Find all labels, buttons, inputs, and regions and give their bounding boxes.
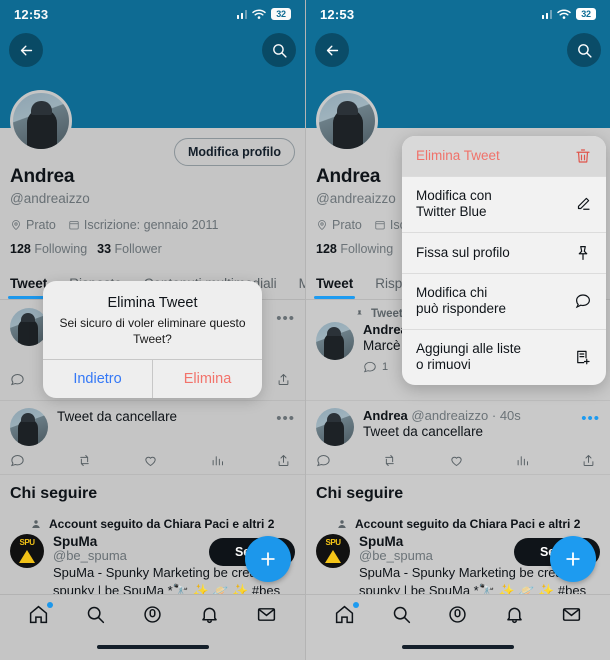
left-panel: 12:53 32 Modifica profilo Andrea @andrea… xyxy=(0,0,305,660)
following-stat[interactable]: 128 Following xyxy=(316,242,393,256)
location-pin-icon xyxy=(318,220,326,231)
tweet-context-menu: Elimina Tweet Modifica con Twitter Blue … xyxy=(402,136,606,385)
who-to-follow-context: Account seguito da Chiara Paci e altri 2 xyxy=(336,517,600,531)
screenshot-stage: 12:53 32 Modifica profilo Andrea @andrea… xyxy=(0,0,610,660)
search-button[interactable] xyxy=(567,33,601,67)
tweet-separator: · xyxy=(491,408,497,423)
bottom-navigation xyxy=(306,594,610,660)
menu-item-modifica-chi-puo-rispondere[interactable]: Modifica chi può rispondere xyxy=(402,274,606,330)
tweet-actions xyxy=(316,453,600,468)
menu-item-label: Elimina Tweet xyxy=(416,147,500,163)
reply-count: 1 xyxy=(382,360,389,373)
profile-location: Prato xyxy=(316,218,362,232)
reply-icon xyxy=(363,361,376,373)
avatar[interactable] xyxy=(316,90,378,152)
delete-tweet-dialog: Elimina Tweet Sei sicuro di voler elimin… xyxy=(43,281,262,399)
who-to-follow-title: Chi seguire xyxy=(316,485,404,502)
compose-tweet-button[interactable] xyxy=(550,536,596,582)
notifications-bell-icon xyxy=(507,607,523,624)
avatar[interactable] xyxy=(316,534,350,568)
tweet-time: 40s xyxy=(499,408,521,423)
table-row[interactable]: ••• Andrea @andreaizzo · 40s Tweet da ca… xyxy=(306,401,610,475)
status-bar: 12:53 32 xyxy=(306,0,610,28)
menu-item-elimina-tweet[interactable]: Elimina Tweet xyxy=(402,136,606,177)
nav-spaces[interactable] xyxy=(447,604,468,630)
speech-bubble-icon xyxy=(575,294,590,309)
avatar[interactable] xyxy=(316,408,354,446)
like-action[interactable] xyxy=(449,453,464,468)
nav-notifications[interactable] xyxy=(504,604,525,630)
reply-icon xyxy=(316,454,330,467)
home-icon xyxy=(335,605,354,624)
nav-home[interactable] xyxy=(334,602,359,630)
tweet-text: Tweet da cancellare xyxy=(363,424,484,439)
retweet-action[interactable] xyxy=(382,453,397,468)
dialog-message: Sei sicuro di voler eliminare questo Twe… xyxy=(59,316,246,346)
battery-indicator: 32 xyxy=(576,8,596,20)
menu-item-aggiungi-alle-liste[interactable]: Aggiungi alle liste o rimuovi xyxy=(402,330,606,385)
back-arrow-icon xyxy=(326,45,338,55)
menu-item-label: Aggiungi alle liste o rimuovi xyxy=(416,340,522,373)
tweet-author: Andrea xyxy=(363,408,408,423)
pin-icon xyxy=(357,309,362,318)
avatar[interactable] xyxy=(316,322,354,360)
calendar-icon xyxy=(375,221,385,230)
menu-item-modifica-con-twitter-blue[interactable]: Modifica con Twitter Blue xyxy=(402,177,606,233)
add-to-list-icon xyxy=(577,351,590,365)
plus-icon xyxy=(566,552,580,566)
home-badge-dot xyxy=(352,602,359,608)
retweet-icon xyxy=(385,455,394,466)
profile-location-label: Prato xyxy=(332,218,362,232)
cancel-button[interactable]: Indietro xyxy=(43,360,153,399)
pin-icon xyxy=(578,245,588,260)
confirm-delete-button[interactable]: Elimina xyxy=(153,360,262,398)
tab-risposte[interactable]: Risp xyxy=(375,276,402,291)
reply-action[interactable] xyxy=(316,453,331,468)
spaces-icon xyxy=(449,606,467,623)
who-to-follow-context-label: Account seguito da Chiara Paci e altri 2 xyxy=(355,517,581,531)
trash-icon xyxy=(576,149,590,163)
wifi-icon xyxy=(557,8,571,19)
search-icon xyxy=(577,43,592,58)
page-title: Andrea xyxy=(316,166,381,187)
nav-messages[interactable] xyxy=(561,604,582,630)
nav-search[interactable] xyxy=(391,604,412,630)
menu-item-label: Fissa sul profilo xyxy=(416,244,510,260)
messages-envelope-icon xyxy=(562,608,581,621)
following-label: Following xyxy=(340,242,394,256)
back-button[interactable] xyxy=(315,33,349,67)
tweet-handle: @andreaizzo xyxy=(411,408,489,423)
home-indicator xyxy=(402,645,514,649)
analytics-action[interactable] xyxy=(515,453,530,468)
status-indicators: 32 xyxy=(541,8,596,20)
dialog-title: Elimina Tweet xyxy=(107,295,198,311)
menu-item-fissa-sul-profilo[interactable]: Fissa sul profilo xyxy=(402,233,606,274)
menu-item-label: Modifica con Twitter Blue xyxy=(416,188,492,220)
person-icon xyxy=(338,520,346,528)
analytics-icon xyxy=(517,456,528,466)
pencil-icon xyxy=(577,198,590,211)
menu-item-label: Modifica chi può rispondere xyxy=(416,284,507,317)
profile-handle: @andreaizzo xyxy=(316,191,396,206)
following-count: 128 xyxy=(316,242,337,256)
share-action[interactable] xyxy=(581,453,596,468)
cellular-signal-icon xyxy=(541,9,552,19)
share-icon xyxy=(583,455,594,466)
status-time: 12:53 xyxy=(320,6,355,22)
search-icon xyxy=(393,606,410,624)
more-options-icon[interactable]: ••• xyxy=(581,411,600,426)
like-icon xyxy=(450,456,462,467)
tab-tweet[interactable]: Tweet xyxy=(313,276,356,299)
